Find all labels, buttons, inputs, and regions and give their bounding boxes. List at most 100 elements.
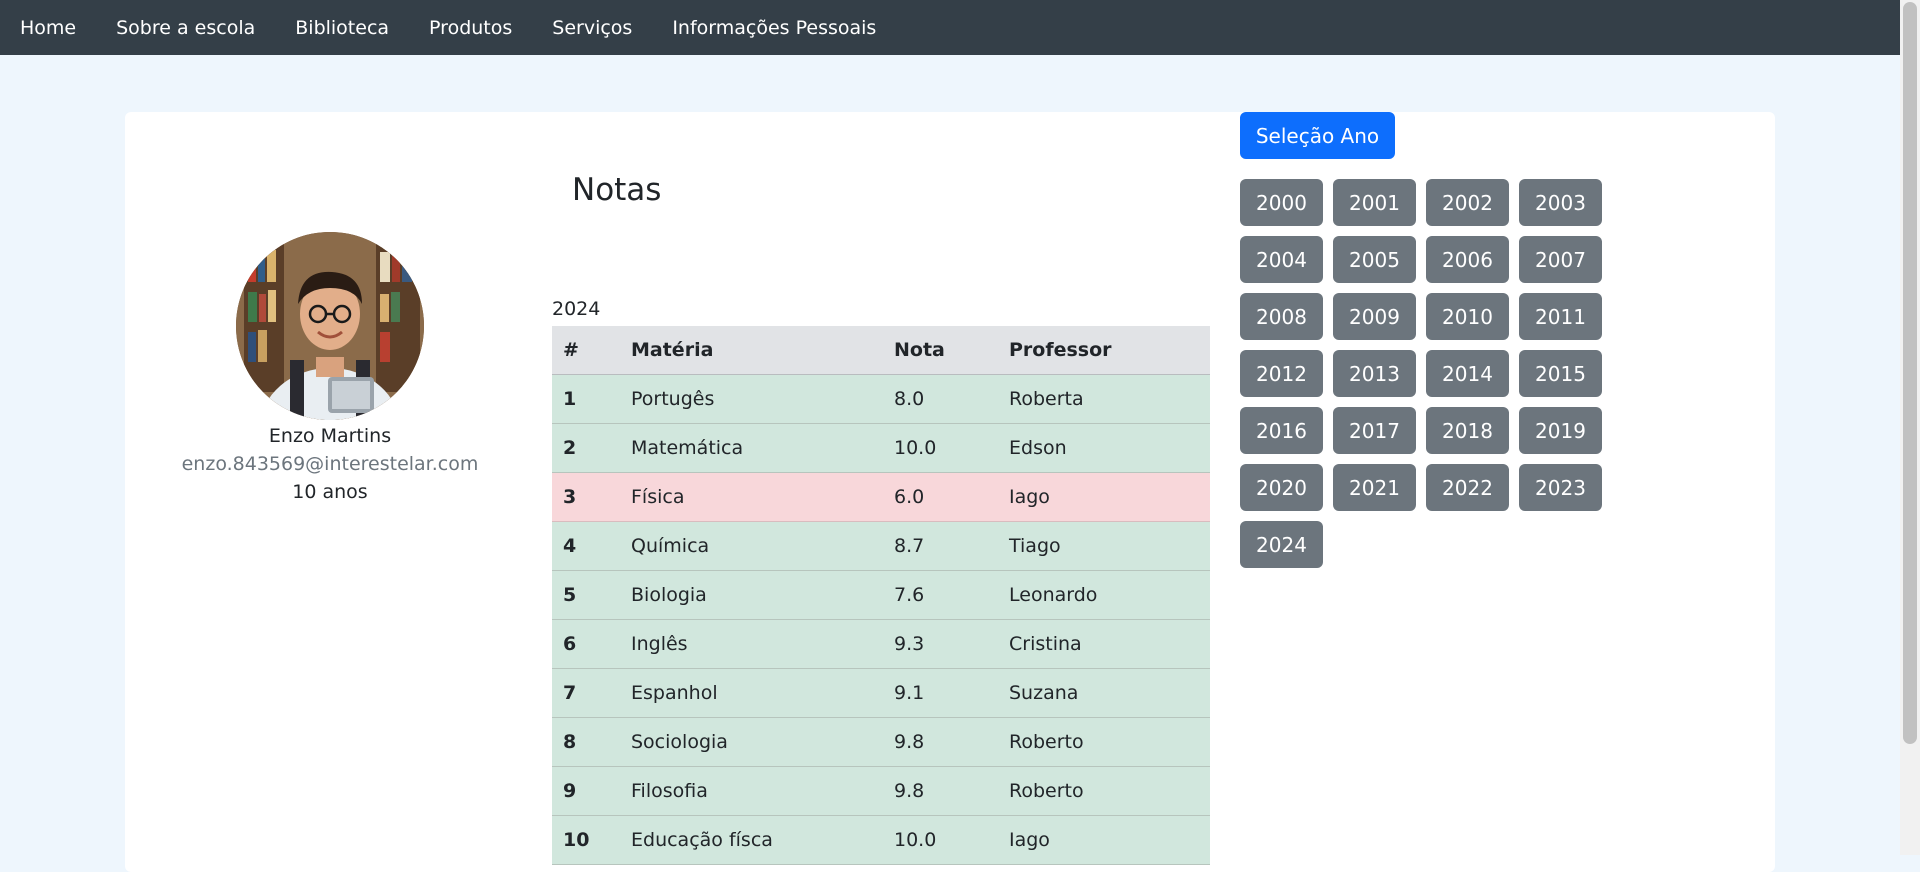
student-email: enzo.843569@interestelar.com — [181, 453, 479, 475]
nav-sobre-a-escola[interactable]: Sobre a escola — [96, 17, 275, 39]
row-subject: Portugês — [620, 374, 883, 424]
row-grade: 9.1 — [883, 668, 998, 718]
year-button-2005[interactable]: 2005 — [1333, 236, 1416, 283]
year-button-2003[interactable]: 2003 — [1519, 179, 1602, 226]
student-age: 10 anos — [292, 481, 368, 503]
row-teacher: Cristina — [998, 619, 1210, 669]
row-grade: 9.3 — [883, 619, 998, 669]
year-selection-button[interactable]: Seleção Ano — [1240, 112, 1395, 159]
top-navbar: Home Sobre a escola Biblioteca Produtos … — [0, 0, 1900, 55]
nav-informacoes-pessoais[interactable]: Informações Pessoais — [652, 17, 896, 39]
table-row: 6 Inglês 9.3 Cristina — [552, 619, 1210, 669]
row-teacher: Iago — [998, 472, 1210, 522]
row-subject: Matemática — [620, 423, 883, 473]
table-row: 10 Educação físca 10.0 Iago — [552, 815, 1210, 865]
header-grade: Nota — [883, 326, 998, 375]
nav-servicos[interactable]: Serviços — [532, 17, 652, 39]
row-number: 8 — [552, 717, 620, 767]
year-button-2023[interactable]: 2023 — [1519, 464, 1602, 511]
nav-home[interactable]: Home — [0, 17, 96, 39]
student-avatar — [236, 232, 424, 420]
year-button-2020[interactable]: 2020 — [1240, 464, 1323, 511]
row-number: 2 — [552, 423, 620, 473]
table-row: 3 Física 6.0 Iago — [552, 472, 1210, 522]
grades-body: 1 Portugês 8.0 Roberta 2 Matemática 10.0… — [552, 374, 1210, 865]
row-number: 3 — [552, 472, 620, 522]
row-grade: 9.8 — [883, 766, 998, 816]
year-button-2000[interactable]: 2000 — [1240, 179, 1323, 226]
table-header-row: # Matéria Nota Professor — [552, 326, 1210, 375]
year-button-2009[interactable]: 2009 — [1333, 293, 1416, 340]
nav-biblioteca[interactable]: Biblioteca — [275, 17, 409, 39]
header-teacher: Professor — [998, 326, 1210, 375]
year-button-2016[interactable]: 2016 — [1240, 407, 1323, 454]
row-grade: 8.0 — [883, 374, 998, 424]
year-button-2007[interactable]: 2007 — [1519, 236, 1602, 283]
year-button-2022[interactable]: 2022 — [1426, 464, 1509, 511]
table-row: 7 Espanhol 9.1 Suzana — [552, 668, 1210, 718]
row-number: 5 — [552, 570, 620, 620]
table-row: 1 Portugês 8.0 Roberta — [552, 374, 1210, 424]
row-teacher: Leonardo — [998, 570, 1210, 620]
row-grade: 6.0 — [883, 472, 998, 522]
row-number: 7 — [552, 668, 620, 718]
year-button-2012[interactable]: 2012 — [1240, 350, 1323, 397]
page-scrollbar[interactable] — [1900, 0, 1920, 855]
table-row: 9 Filosofia 9.8 Roberto — [552, 766, 1210, 816]
year-button-2010[interactable]: 2010 — [1426, 293, 1509, 340]
row-subject: Inglês — [620, 619, 883, 669]
table-row: 5 Biologia 7.6 Leonardo — [552, 570, 1210, 620]
row-teacher: Roberto — [998, 717, 1210, 767]
row-subject: Biologia — [620, 570, 883, 620]
year-button-2017[interactable]: 2017 — [1333, 407, 1416, 454]
row-grade: 7.6 — [883, 570, 998, 620]
row-grade: 8.7 — [883, 521, 998, 571]
row-subject: Sociologia — [620, 717, 883, 767]
student-name: Enzo Martins — [268, 425, 392, 447]
year-button-2013[interactable]: 2013 — [1333, 350, 1416, 397]
student-photo — [236, 232, 424, 420]
row-subject: Física — [620, 472, 883, 522]
table-row: 8 Sociologia 9.8 Roberto — [552, 717, 1210, 767]
year-button-2002[interactable]: 2002 — [1426, 179, 1509, 226]
page-title: Notas — [572, 172, 662, 208]
scrollbar-thumb[interactable] — [1903, 2, 1917, 744]
year-button-grid: 2000 2001 2002 2003 2004 2005 2006 2007 … — [1240, 179, 1602, 568]
header-number: # — [552, 326, 620, 375]
year-button-2024[interactable]: 2024 — [1240, 521, 1323, 568]
table-caption-year: 2024 — [552, 298, 601, 320]
row-teacher: Roberta — [998, 374, 1210, 424]
row-number: 9 — [552, 766, 620, 816]
table-row: 4 Química 8.7 Tiago — [552, 521, 1210, 571]
profile-panel: Enzo Martins enzo.843569@interestelar.co… — [125, 232, 535, 506]
row-teacher: Roberto — [998, 766, 1210, 816]
row-teacher: Edson — [998, 423, 1210, 473]
year-button-2019[interactable]: 2019 — [1519, 407, 1602, 454]
nav-produtos[interactable]: Produtos — [409, 17, 532, 39]
year-button-2018[interactable]: 2018 — [1426, 407, 1509, 454]
year-button-2015[interactable]: 2015 — [1519, 350, 1602, 397]
year-button-2021[interactable]: 2021 — [1333, 464, 1416, 511]
year-button-2014[interactable]: 2014 — [1426, 350, 1509, 397]
row-subject: Química — [620, 521, 883, 571]
row-teacher: Tiago — [998, 521, 1210, 571]
row-teacher: Suzana — [998, 668, 1210, 718]
row-number: 10 — [552, 815, 620, 865]
row-subject: Filosofia — [620, 766, 883, 816]
row-number: 4 — [552, 521, 620, 571]
year-button-2006[interactable]: 2006 — [1426, 236, 1509, 283]
row-grade: 9.8 — [883, 717, 998, 767]
row-grade: 10.0 — [883, 423, 998, 473]
table-row: 2 Matemática 10.0 Edson — [552, 423, 1210, 473]
row-subject: Educação físca — [620, 815, 883, 865]
row-teacher: Iago — [998, 815, 1210, 865]
header-subject: Matéria — [620, 326, 883, 375]
grades-table: # Matéria Nota Professor 1 Portugês 8.0 … — [552, 326, 1210, 865]
row-number: 6 — [552, 619, 620, 669]
row-subject: Espanhol — [620, 668, 883, 718]
year-button-2004[interactable]: 2004 — [1240, 236, 1323, 283]
row-number: 1 — [552, 374, 620, 424]
year-button-2008[interactable]: 2008 — [1240, 293, 1323, 340]
year-button-2011[interactable]: 2011 — [1519, 293, 1602, 340]
year-button-2001[interactable]: 2001 — [1333, 179, 1416, 226]
